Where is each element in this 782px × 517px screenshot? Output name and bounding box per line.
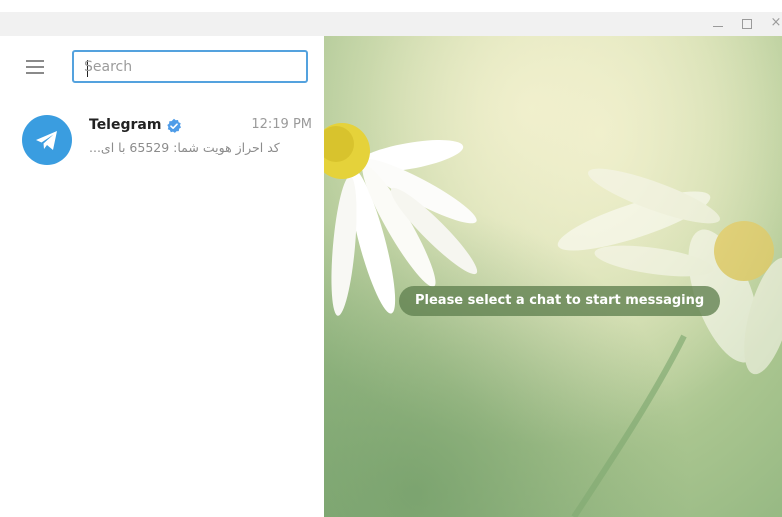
hamburger-menu-button[interactable]	[24, 58, 46, 76]
close-icon: ×	[770, 15, 782, 30]
telegram-window: × Telegram 12:19 PM کد احراز هویت	[0, 0, 782, 517]
chat-last-message-preview: کد احراز هویت شما: 65529 با ای...	[89, 140, 280, 155]
title-bar: ×	[0, 0, 782, 36]
empty-state-message: Please select a chat to start messaging	[399, 286, 721, 316]
hamburger-line	[26, 66, 44, 68]
paper-plane-icon	[36, 131, 57, 150]
maximize-button[interactable]	[735, 12, 759, 36]
search-box[interactable]	[72, 50, 308, 83]
chat-name: Telegram	[89, 117, 162, 133]
maximize-icon	[742, 19, 752, 29]
verified-badge-icon	[167, 118, 181, 133]
hamburger-line	[26, 72, 44, 74]
daisy-wallpaper	[324, 36, 782, 517]
minimize-button[interactable]	[706, 12, 730, 36]
chat-sidebar: Telegram 12:19 PM کد احراز هویت شما: 655…	[0, 36, 324, 517]
search-input[interactable]	[84, 52, 294, 81]
chat-list-item-telegram[interactable]: Telegram 12:19 PM کد احراز هویت شما: 655…	[0, 108, 324, 168]
avatar	[22, 115, 72, 165]
minimize-icon	[713, 26, 723, 27]
close-button[interactable]: ×	[764, 12, 782, 36]
title-bar-strip	[0, 12, 782, 36]
chat-area-background: Please select a chat to start messaging	[324, 36, 782, 517]
chat-timestamp: 12:19 PM	[251, 117, 312, 132]
hamburger-menu-icon	[26, 60, 44, 62]
